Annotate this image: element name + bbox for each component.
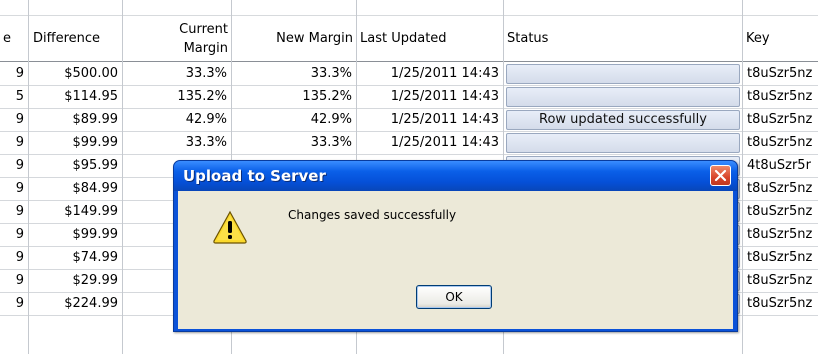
cell-current-margin[interactable]: 33.3% <box>123 63 231 85</box>
cell-current-margin[interactable]: 42.9% <box>123 109 231 131</box>
cell-key[interactable]: t8uSzr5nz <box>743 293 818 315</box>
cell-key[interactable]: t8uSzr5nz <box>743 63 818 85</box>
column-header-status-label: Status <box>507 31 549 46</box>
cell-last-updated[interactable]: 1/25/2011 14:43 <box>357 86 503 108</box>
column-header-last-updated[interactable]: Last Updated <box>357 16 503 62</box>
column-divider <box>122 0 123 354</box>
column-header-new-margin-label: New Margin <box>276 31 353 46</box>
cell-last-updated[interactable]: 1/25/2011 14:43 <box>357 109 503 131</box>
close-button[interactable] <box>710 165 731 186</box>
cell-new-margin[interactable]: 33.3% <box>232 63 356 85</box>
cell-key[interactable]: 4t8uSzr5r <box>743 155 818 177</box>
column-header-current-margin-line2: Margin <box>183 41 228 56</box>
column-divider <box>742 0 743 354</box>
cell-key[interactable]: t8uSzr5nz <box>743 247 818 269</box>
cell-left[interactable]: 9 <box>0 201 28 223</box>
cell-key[interactable]: t8uSzr5nz <box>743 178 818 200</box>
column-header-current-margin[interactable]: Current Margin <box>123 16 231 62</box>
column-header-status[interactable]: Status <box>504 16 742 62</box>
cell-key[interactable]: t8uSzr5nz <box>743 86 818 108</box>
cell-last-updated[interactable]: 1/25/2011 14:43 <box>357 132 503 154</box>
status-button[interactable]: Row updated successfully <box>506 110 740 130</box>
column-header-difference[interactable]: Difference <box>30 16 122 62</box>
cell-key[interactable]: t8uSzr5nz <box>743 201 818 223</box>
status-button[interactable] <box>506 64 740 84</box>
cell-current-margin[interactable]: 33.3% <box>123 132 231 154</box>
cell-left[interactable]: 9 <box>0 178 28 200</box>
column-header-difference-label: Difference <box>33 31 101 46</box>
column-header-new-margin[interactable]: New Margin <box>232 16 356 62</box>
column-header-partial-label: e <box>3 31 11 46</box>
cell-left[interactable]: 9 <box>0 270 28 292</box>
cell-left[interactable]: 5 <box>0 86 28 108</box>
cell-difference[interactable]: $29.99 <box>30 270 122 292</box>
ok-button[interactable]: OK <box>416 285 492 309</box>
cell-difference[interactable]: $99.99 <box>30 132 122 154</box>
cell-difference[interactable]: $149.99 <box>30 201 122 223</box>
cell-new-margin[interactable]: 42.9% <box>232 109 356 131</box>
cell-new-margin[interactable]: 33.3% <box>232 132 356 154</box>
warning-icon <box>213 210 247 244</box>
dialog-message: Changes saved successfully <box>288 208 457 222</box>
cell-left[interactable]: 9 <box>0 224 28 246</box>
cell-difference[interactable]: $224.99 <box>30 293 122 315</box>
column-header-key[interactable]: Key <box>743 16 818 62</box>
dialog-title: Upload to Server <box>183 167 326 185</box>
column-header-current-margin-line1: Current <box>179 22 228 37</box>
cell-left[interactable]: 9 <box>0 63 28 85</box>
cell-difference[interactable]: $74.99 <box>30 247 122 269</box>
cell-difference[interactable]: $84.99 <box>30 178 122 200</box>
cell-left[interactable]: 9 <box>0 132 28 154</box>
cell-current-margin[interactable]: 135.2% <box>123 86 231 108</box>
cell-difference[interactable]: $114.95 <box>30 86 122 108</box>
column-header-partial[interactable]: e <box>0 16 28 62</box>
cell-left[interactable]: 9 <box>0 247 28 269</box>
cell-difference[interactable]: $89.99 <box>30 109 122 131</box>
cell-key[interactable]: t8uSzr5nz <box>743 132 818 154</box>
dialog-titlebar[interactable]: Upload to Server <box>174 161 737 191</box>
cell-last-updated[interactable]: 1/25/2011 14:43 <box>357 63 503 85</box>
column-header-last-updated-label: Last Updated <box>360 31 447 46</box>
cell-difference[interactable]: $99.99 <box>30 224 122 246</box>
cell-key[interactable]: t8uSzr5nz <box>743 224 818 246</box>
column-header-key-label: Key <box>746 31 770 46</box>
status-button[interactable] <box>506 133 740 153</box>
upload-dialog: Upload to Server Changes saved successfu… <box>173 160 738 332</box>
column-divider <box>28 0 29 354</box>
dialog-body: Changes saved successfully OK <box>178 191 733 329</box>
cell-left[interactable]: 9 <box>0 155 28 177</box>
cell-left[interactable]: 9 <box>0 293 28 315</box>
status-button[interactable] <box>506 87 740 107</box>
cell-new-margin[interactable]: 135.2% <box>232 86 356 108</box>
cell-key[interactable]: t8uSzr5nz <box>743 270 818 292</box>
close-icon <box>714 169 727 182</box>
cell-difference[interactable]: $500.00 <box>30 63 122 85</box>
cell-key[interactable]: t8uSzr5nz <box>743 109 818 131</box>
cell-difference[interactable]: $95.99 <box>30 155 122 177</box>
cell-left[interactable]: 9 <box>0 109 28 131</box>
